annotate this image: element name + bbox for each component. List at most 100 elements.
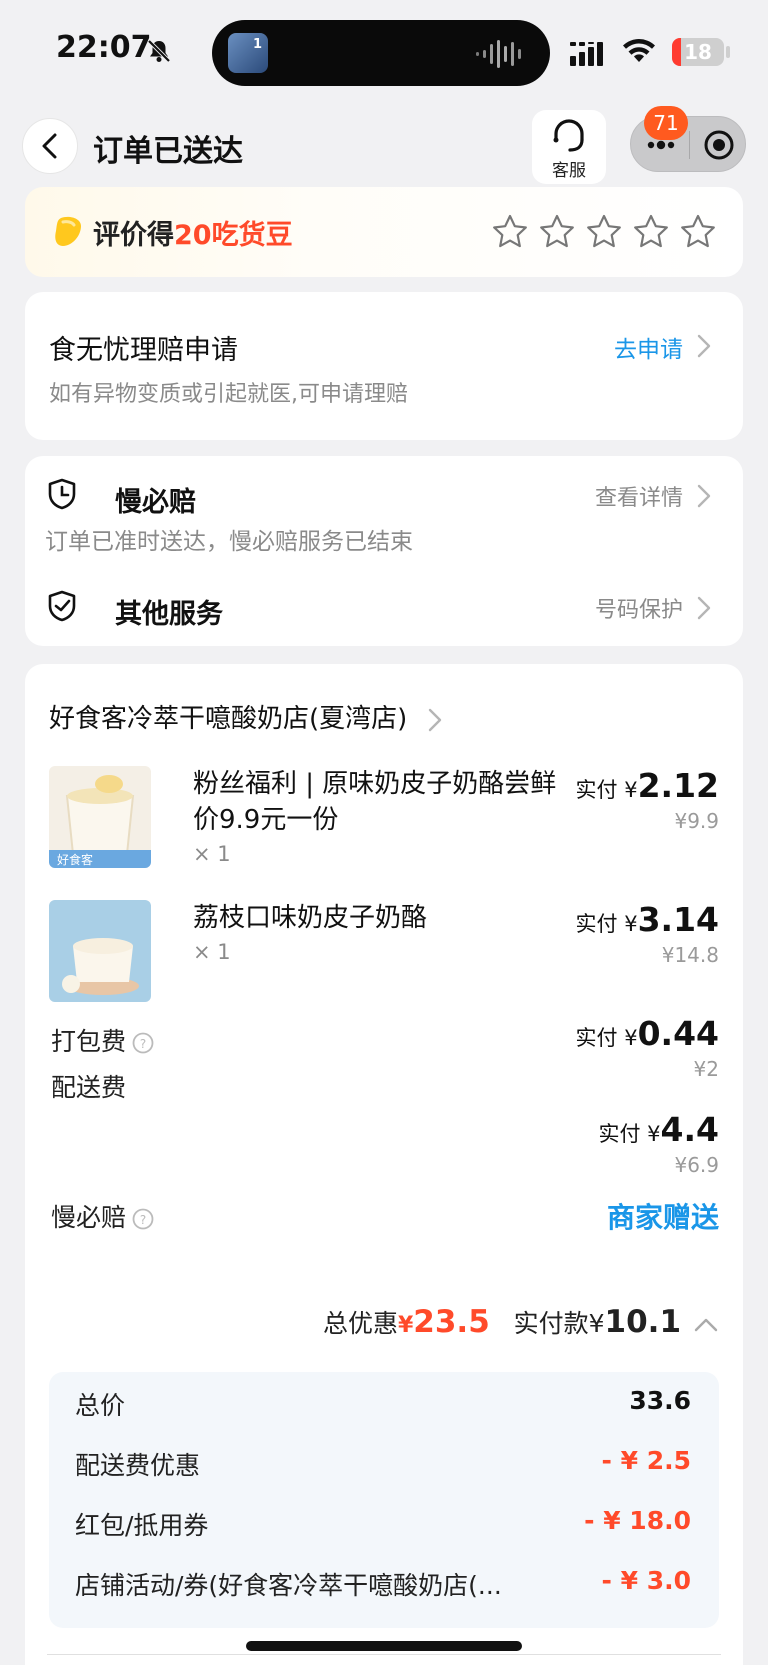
audio-wave-icon	[476, 40, 521, 68]
item-price: 实付 ¥2.12 ¥9.9	[575, 766, 719, 833]
order-item[interactable]: 好食客 粉丝福利 | 原味奶皮子奶酪尝鲜价9.9元一份 × 1 实付 ¥2.12…	[49, 766, 719, 876]
status-time: 22:07	[56, 30, 152, 65]
customer-service-label: 客服	[552, 161, 586, 181]
services-card: 慢必赔 查看详情 订单已准时送达，慢必赔服务已结束 其他服务 号码保护	[25, 456, 743, 646]
chevron-right-icon	[697, 484, 711, 508]
help-icon[interactable]: ?	[132, 1032, 154, 1054]
packing-fee-label: 打包费?	[51, 1022, 154, 1058]
delivery-fee-price: 实付 ¥4.4 ¥6.9	[598, 1110, 719, 1177]
total-discount-label: 总优惠	[322, 1309, 398, 1338]
thumb-brand-label: 好食客	[57, 852, 93, 867]
other-services-row[interactable]: 其他服务 号码保护	[47, 590, 743, 630]
star-icon[interactable]	[679, 213, 717, 251]
bell-muted-icon	[147, 39, 171, 63]
order-item[interactable]: 荔枝口味奶皮子奶酪 × 1 实付 ¥3.14 ¥14.8	[49, 900, 719, 1010]
bean-coin-icon	[55, 216, 81, 246]
star-icon[interactable]	[585, 213, 623, 251]
original-price: ¥9.9	[674, 809, 719, 833]
detail-value: - ¥ 18.0	[584, 1506, 691, 1535]
merchant-gift-text: 商家赠送	[606, 1201, 719, 1234]
item-name: 荔枝口味奶皮子奶酪	[193, 903, 428, 933]
paid-total-label: 实付款	[513, 1309, 589, 1338]
slow-compensation-title: 慢必赔	[115, 487, 196, 518]
claim-subtitle: 如有异物变质或引起就医,可申请理赔	[49, 382, 408, 407]
detail-row: 红包/抵用券 - ¥ 18.0	[75, 1506, 691, 1546]
star-icon[interactable]	[632, 213, 670, 251]
chevron-right-icon	[697, 334, 711, 358]
apply-claim-link[interactable]: 去申请	[614, 330, 683, 364]
island-app-thumbnail: 1	[228, 33, 268, 73]
star-icon[interactable]	[538, 213, 576, 251]
item-thumbnail	[49, 900, 151, 1002]
paid-amount: 2.12	[637, 766, 719, 805]
detail-row: 总价 33.6	[75, 1386, 691, 1426]
other-services-title: 其他服务	[115, 599, 223, 630]
price-detail-box: 总价 33.6 配送费优惠 - ¥ 2.5 红包/抵用券 - ¥ 18.0 店铺…	[49, 1372, 719, 1628]
detail-value: - ¥ 2.5	[601, 1446, 691, 1475]
shield-check-icon	[48, 590, 76, 622]
dynamic-island[interactable]: 1	[212, 20, 550, 86]
item-name: 粉丝福利 | 原味奶皮子奶酪尝鲜价9.9元一份	[193, 769, 557, 835]
chevron-up-icon[interactable]	[693, 1317, 719, 1333]
detail-row: 配送费优惠 - ¥ 2.5	[75, 1446, 691, 1486]
capsule-divider	[689, 131, 690, 159]
order-card: 好食客冷萃干噫酸奶店(夏湾店) 好食客 粉丝福利 | 原味奶皮子奶酪尝鲜价9.9…	[25, 664, 743, 1665]
pay-prefix: 实付	[575, 778, 618, 802]
paid-total-value: 10.1	[604, 1304, 682, 1340]
pay-prefix: 实付	[575, 912, 618, 936]
order-summary[interactable]: 总优惠¥23.5 实付款¥10.1	[323, 1304, 719, 1340]
rating-card: 评价得20吃货豆	[25, 187, 743, 277]
customer-service-button[interactable]: 客服	[532, 110, 606, 184]
close-miniprogram-icon[interactable]	[703, 129, 735, 161]
home-indicator[interactable]	[246, 1641, 522, 1651]
svg-text:?: ?	[140, 1037, 146, 1051]
food-claim-card[interactable]: 食无忧理赔申请 如有异物变质或引起就医,可申请理赔 去申请	[25, 292, 743, 440]
message-badge: 71	[644, 106, 688, 140]
item-quantity: × 1	[193, 842, 231, 866]
detail-row: 店铺活动/券(好食客冷萃干噫酸奶店(... - ¥ 3.0	[75, 1566, 691, 1606]
view-details-link[interactable]: 查看详情	[595, 480, 683, 512]
slow-compensation-row[interactable]: 慢必赔 查看详情	[47, 478, 743, 518]
slow-compensation-subtitle: 订单已准时送达，慢必赔服务已结束	[45, 529, 413, 555]
slow-compensation-fee-label: 慢必赔?	[51, 1198, 154, 1234]
rating-prefix: 评价得	[93, 220, 174, 251]
back-button[interactable]	[22, 118, 78, 174]
cellular-signal-icon	[570, 42, 603, 66]
item-quantity: × 1	[193, 940, 231, 964]
chevron-right-icon	[428, 708, 441, 731]
star-rating	[491, 213, 726, 253]
packing-fee-price: 实付 ¥0.44 ¥2	[575, 1014, 719, 1081]
item-price: 实付 ¥3.14 ¥14.8	[575, 900, 719, 967]
detail-label: 总价	[75, 1391, 126, 1420]
rating-reward-text: 评价得20吃货豆	[93, 213, 293, 252]
detail-value: 33.6	[629, 1386, 691, 1415]
item-thumbnail: 好食客	[49, 766, 151, 868]
island-count: 1	[252, 37, 262, 52]
status-bar: 22:07 1 18	[0, 0, 768, 100]
original-price: ¥14.8	[661, 943, 719, 967]
total-discount-value: 23.5	[413, 1304, 490, 1340]
help-icon[interactable]: ?	[132, 1208, 154, 1230]
battery-level: 18	[684, 40, 712, 64]
chevron-left-icon	[42, 133, 57, 159]
rating-reward: 20吃货豆	[174, 220, 293, 251]
clock-shield-icon	[48, 478, 76, 510]
detail-label: 店铺活动/券(好食客冷萃干噫酸奶店(...	[75, 1571, 502, 1600]
svg-text:?: ?	[140, 1213, 146, 1227]
claim-title: 食无忧理赔申请	[49, 335, 238, 366]
detail-label: 红包/抵用券	[75, 1511, 209, 1540]
delivery-fee-label: 配送费	[51, 1073, 127, 1102]
shop-name: 好食客冷萃干噫酸奶店(夏湾店)	[49, 704, 408, 734]
battery-cap	[726, 46, 730, 58]
battery-indicator: 18	[672, 38, 724, 66]
detail-label: 配送费优惠	[75, 1451, 201, 1480]
chevron-right-icon	[697, 596, 711, 620]
shop-name-link[interactable]: 好食客冷萃干噫酸奶店(夏湾店)	[49, 698, 442, 735]
detail-value: - ¥ 3.0	[601, 1566, 691, 1595]
paid-amount: 3.14	[637, 900, 719, 939]
star-icon[interactable]	[491, 213, 529, 251]
wifi-icon	[623, 39, 655, 62]
bottom-divider	[47, 1654, 721, 1655]
number-protection-link[interactable]: 号码保护	[595, 592, 683, 624]
headset-icon	[553, 119, 584, 152]
